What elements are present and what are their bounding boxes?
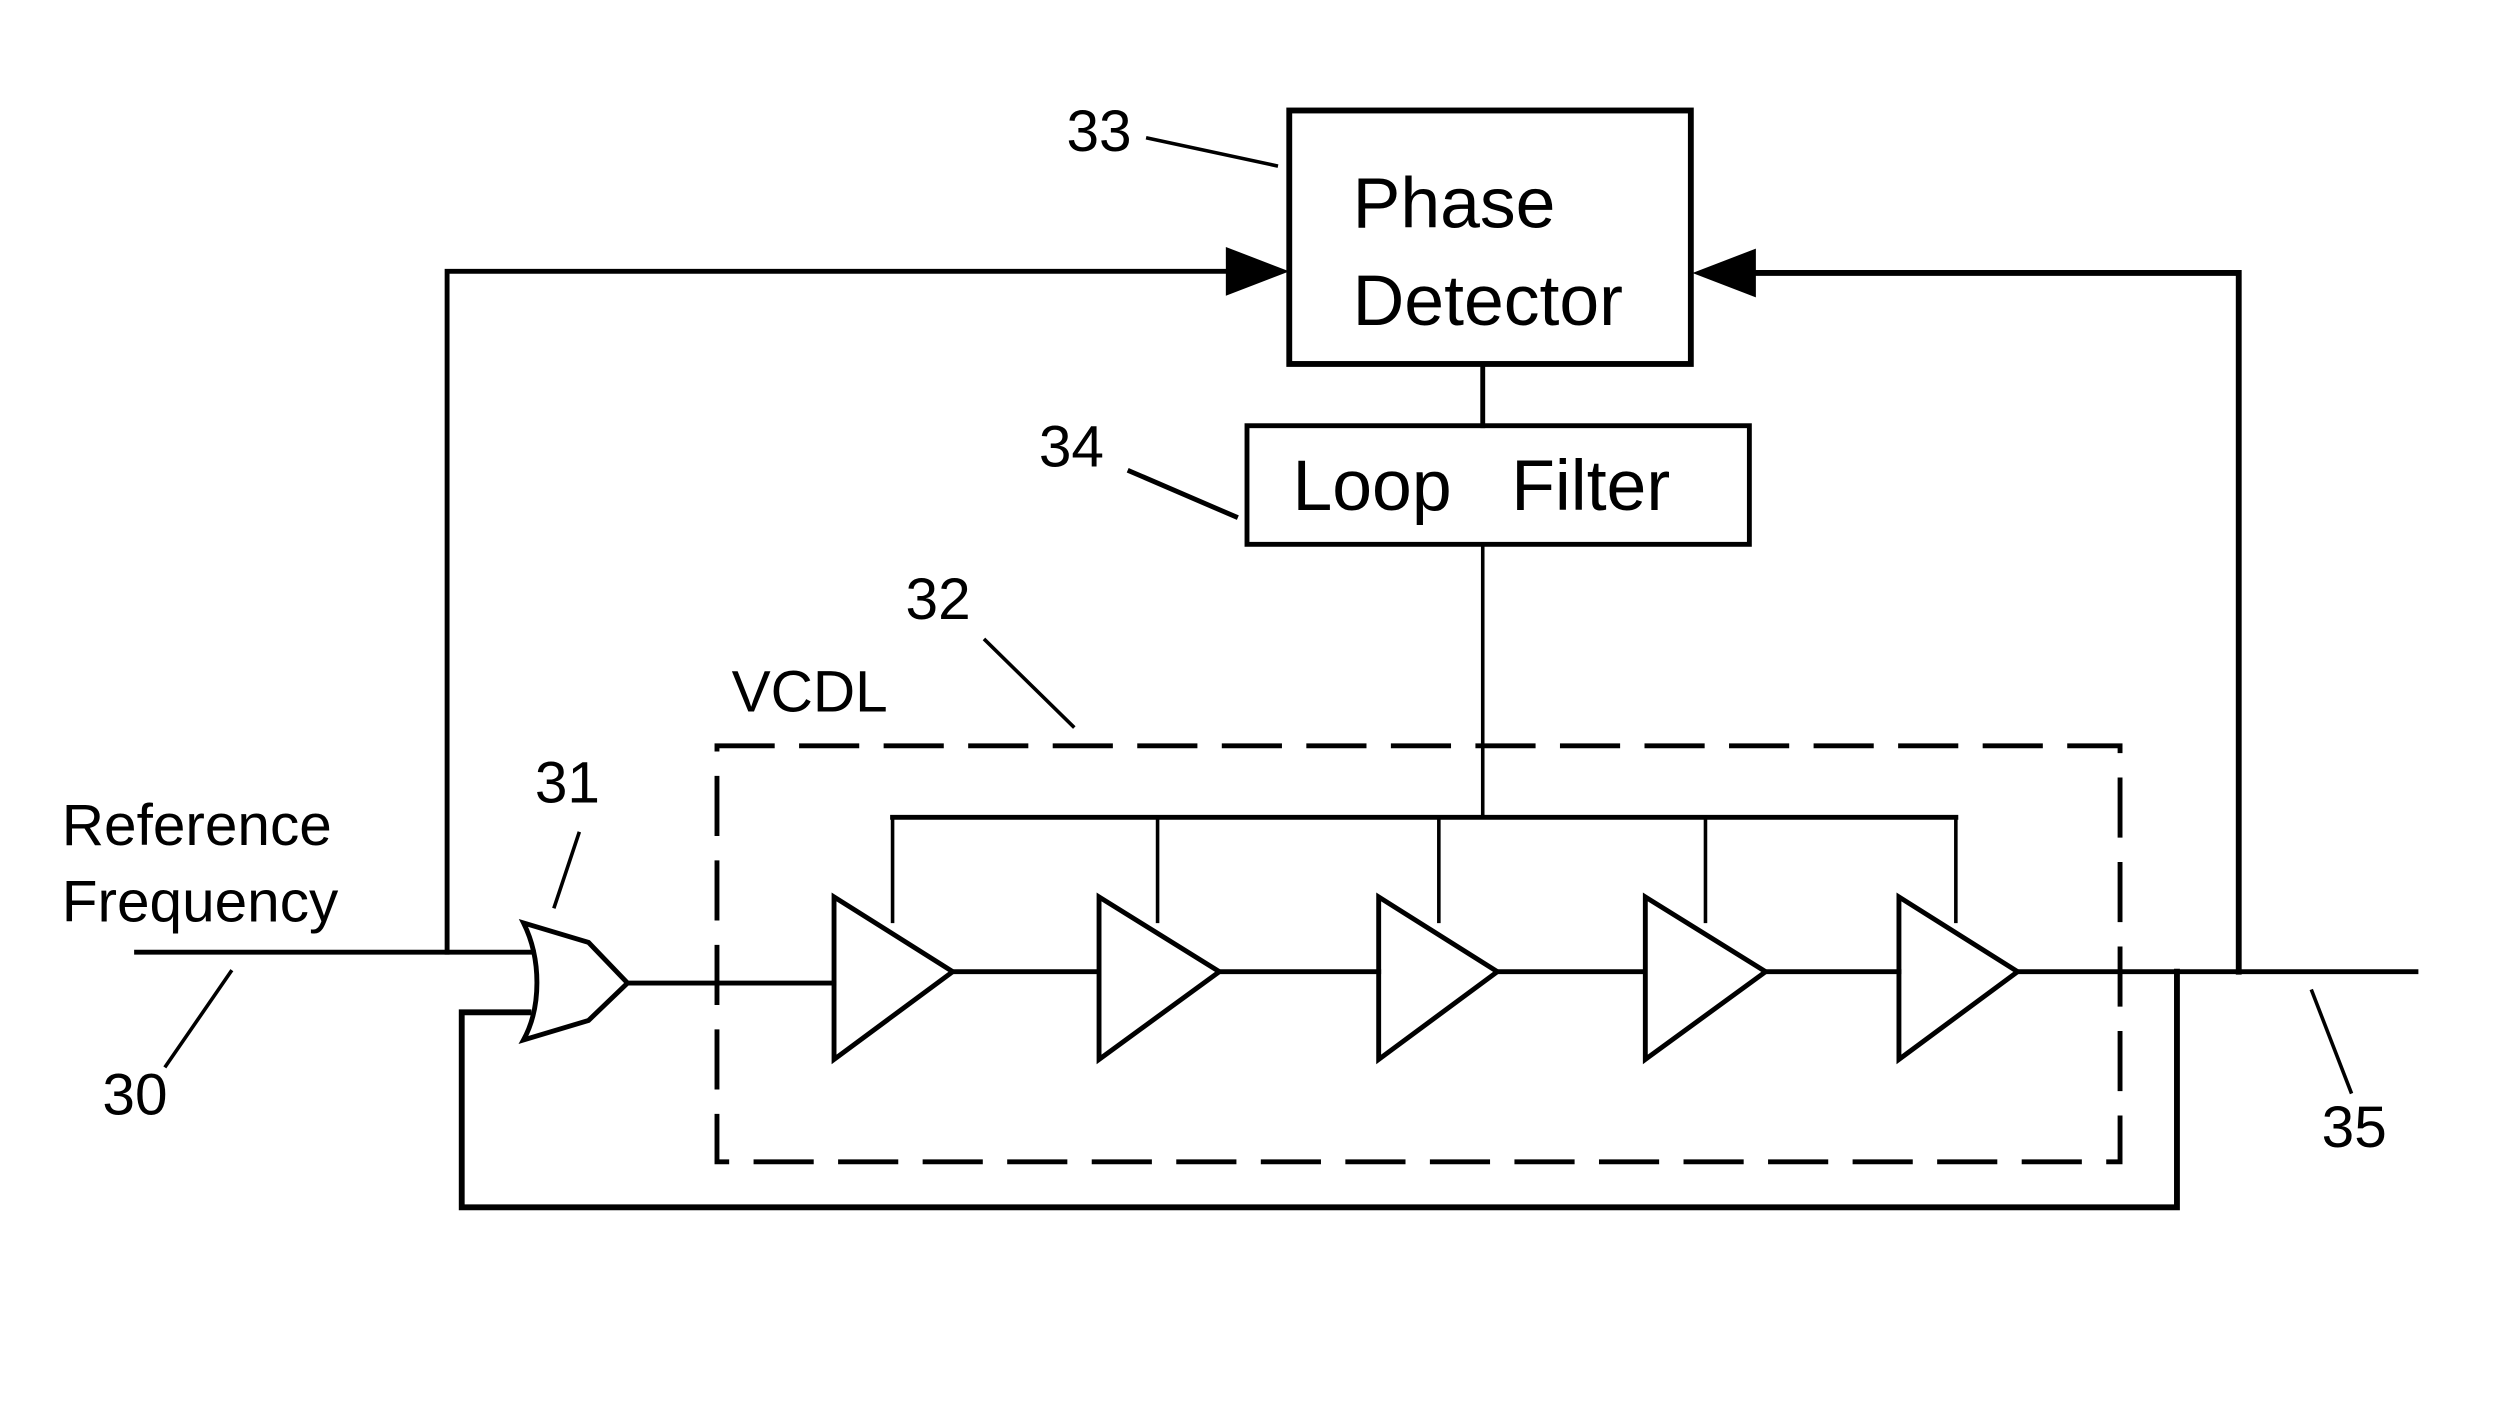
ref-number-31: 31 bbox=[535, 751, 600, 816]
vcdl-block: VCDL bbox=[714, 660, 2123, 1165]
reference-frequency-label-line1: Reference bbox=[62, 793, 332, 858]
leader-line-34 bbox=[1126, 468, 1239, 520]
leader-line-35 bbox=[2309, 988, 2354, 1095]
ref-number-33: 33 bbox=[1067, 99, 1132, 164]
leader-line-30 bbox=[163, 969, 234, 1069]
phase-detector-label-line2: Detector bbox=[1353, 261, 1623, 341]
leader-line-31 bbox=[552, 831, 582, 909]
loop-filter-block: Loop Filter bbox=[1244, 423, 1752, 547]
arrowhead-feedback-icon bbox=[1692, 248, 1756, 298]
ref-number-32: 32 bbox=[906, 567, 971, 632]
multiplexer bbox=[518, 918, 632, 1044]
leader-line-33 bbox=[1145, 135, 1279, 168]
phase-detector-block: Phase Detector bbox=[1286, 107, 1694, 367]
vcdl-label: VCDL bbox=[732, 660, 888, 725]
dll-block-diagram: Phase Detector 33 Loop Filter 34 VCDL 32… bbox=[62, 99, 2419, 1211]
reference-to-phase-detector bbox=[444, 268, 1227, 955]
ref-number-30: 30 bbox=[102, 1063, 167, 1128]
arrowhead-reference-icon bbox=[1225, 246, 1290, 296]
ref-number-35: 35 bbox=[2322, 1095, 2387, 1160]
delay-stages bbox=[831, 892, 2022, 1065]
delay-stage-5-buffer-icon bbox=[1896, 892, 2022, 1065]
reference-frequency-label-line2: Frequency bbox=[62, 869, 339, 934]
phase-detector-label-line1: Phase bbox=[1353, 163, 1556, 243]
loop-filter-label: Loop Filter bbox=[1293, 446, 1671, 526]
ref-number-34: 34 bbox=[1039, 414, 1104, 479]
feedback-to-phase-detector bbox=[1752, 270, 2242, 975]
leader-line-32 bbox=[982, 637, 1076, 729]
